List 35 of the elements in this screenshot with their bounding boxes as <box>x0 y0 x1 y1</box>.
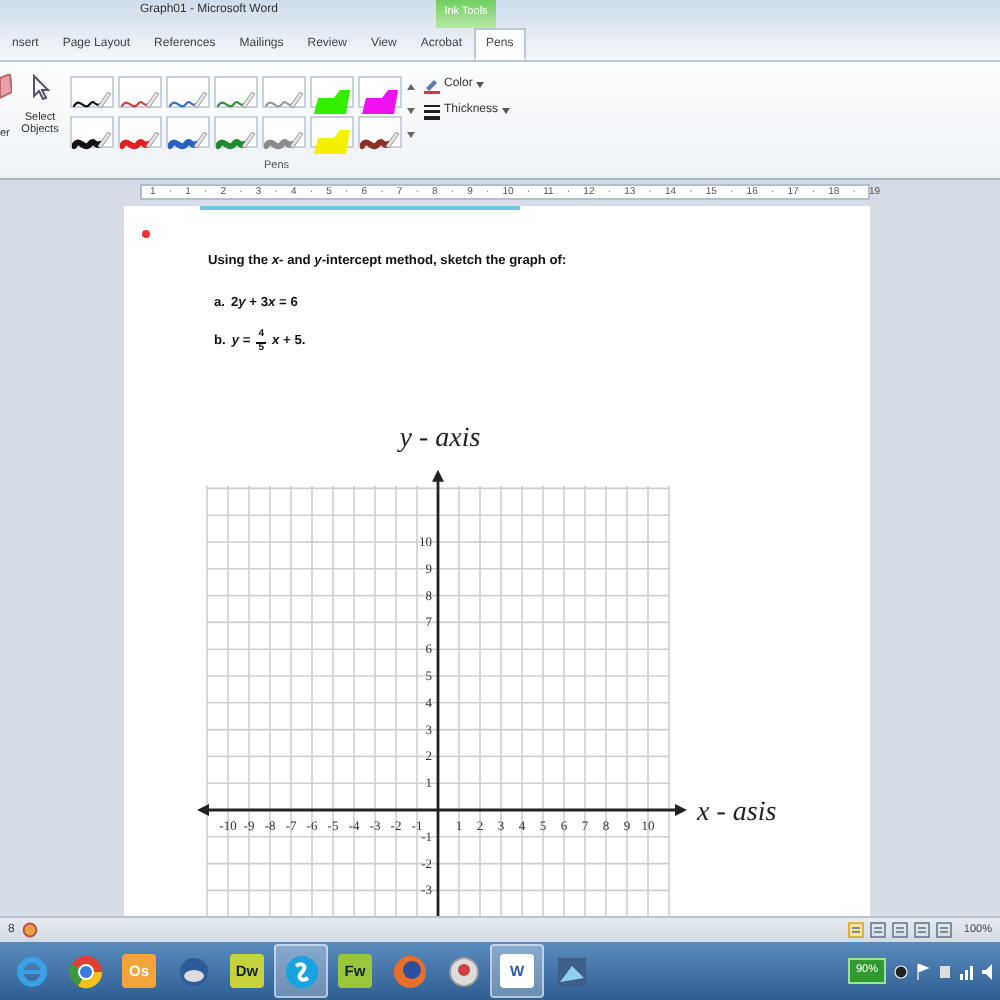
pen-style-button[interactable] <box>70 116 114 148</box>
taskbar-app-button[interactable] <box>274 944 328 998</box>
cursor-icon <box>31 74 49 100</box>
browser-icon <box>67 953 103 989</box>
highlighter-icon <box>360 87 400 116</box>
up-arrow-icon <box>406 82 416 93</box>
pen-style-button[interactable] <box>358 116 402 148</box>
volume-icon[interactable] <box>982 963 996 979</box>
status-icon[interactable] <box>894 963 908 979</box>
signal-icon[interactable] <box>960 963 974 979</box>
axis-title: x - asis <box>697 798 777 828</box>
print-layout-view-icon[interactable] <box>847 922 864 938</box>
flag-icon[interactable] <box>916 963 930 979</box>
outline-view-icon[interactable] <box>913 922 930 938</box>
down-arrow-icon <box>406 130 416 141</box>
pen-color-icon <box>424 77 440 93</box>
highlighter-icon <box>312 127 352 156</box>
down-arrow-icon <box>406 106 416 117</box>
browser-icon <box>13 953 49 989</box>
chat-icon <box>283 953 319 989</box>
eraser-icon[interactable] <box>0 74 12 102</box>
dropdown-caret-icon <box>502 108 511 114</box>
axis-title: y - axis <box>399 424 481 454</box>
draft-view-icon[interactable] <box>935 922 952 938</box>
pen-style-button[interactable] <box>70 76 114 108</box>
full-screen-view-icon[interactable] <box>869 922 886 938</box>
dropdown-caret-icon <box>476 82 485 88</box>
line-weight-icon <box>424 103 440 119</box>
image-icon <box>553 953 589 989</box>
bird-icon <box>175 953 211 989</box>
highlighter-icon <box>312 87 352 116</box>
macro-icon[interactable] <box>22 922 39 938</box>
ink-dot-icon <box>142 230 150 238</box>
browser-icon <box>391 953 427 989</box>
web-layout-view-icon[interactable] <box>891 922 908 938</box>
